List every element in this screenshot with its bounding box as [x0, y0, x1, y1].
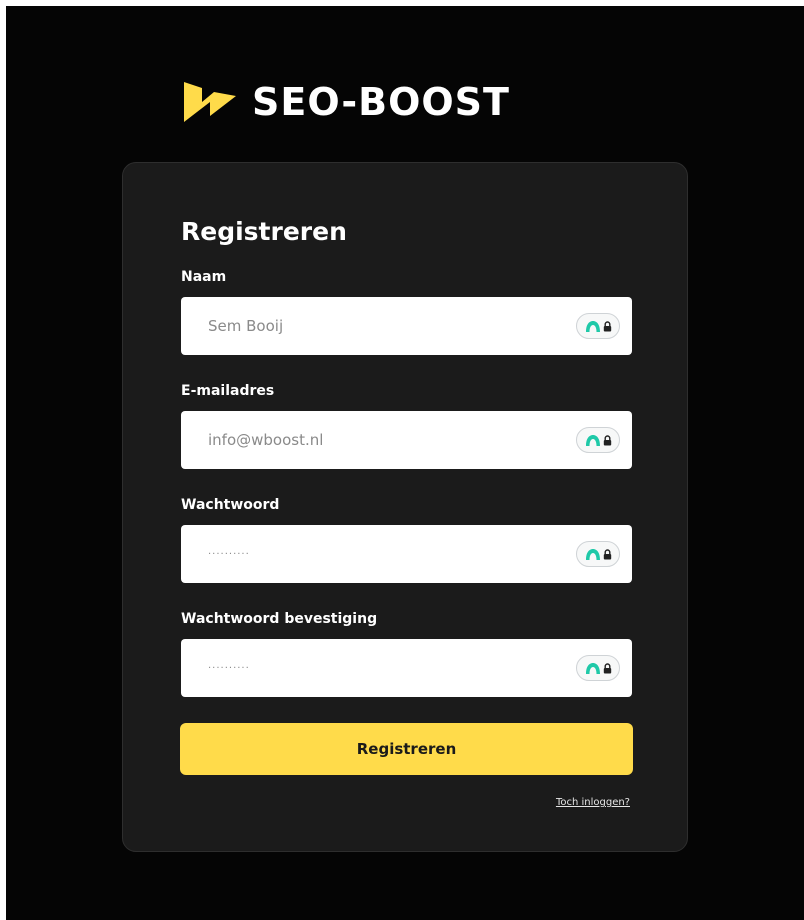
password-manager-arch-icon	[585, 663, 600, 674]
password-confirm-input[interactable]	[181, 639, 561, 697]
register-card: Registreren Naam E-mailadres Wachtwoord	[122, 162, 688, 852]
register-button[interactable]: Registreren	[180, 723, 633, 775]
name-input[interactable]	[181, 297, 561, 355]
brand-name: SEO-BOOST	[252, 80, 510, 124]
password-confirm-field	[181, 639, 632, 697]
password-manager-lock-icon[interactable]	[576, 655, 620, 681]
password-confirm-label: Wachtwoord bevestiging	[181, 611, 378, 627]
lock-icon	[603, 320, 611, 331]
password-manager-arch-icon	[585, 549, 600, 560]
lightning-bolt-icon	[184, 82, 236, 122]
password-field	[181, 525, 632, 583]
password-manager-arch-icon	[585, 321, 600, 332]
lock-icon	[603, 548, 611, 559]
name-label: Naam	[181, 269, 227, 285]
email-label: E-mailadres	[181, 383, 275, 399]
password-label: Wachtwoord	[181, 497, 280, 513]
password-input[interactable]	[181, 525, 561, 583]
lock-icon	[603, 662, 611, 673]
email-input[interactable]	[181, 411, 561, 469]
password-manager-lock-icon[interactable]	[576, 541, 620, 567]
page-title: Registreren	[181, 217, 347, 246]
name-field	[181, 297, 632, 355]
lock-icon	[603, 434, 611, 445]
password-manager-arch-icon	[585, 435, 600, 446]
brand-logo[interactable]: SEO-BOOST	[180, 76, 510, 128]
email-field	[181, 411, 632, 469]
password-manager-lock-icon[interactable]	[576, 313, 620, 339]
password-manager-lock-icon[interactable]	[576, 427, 620, 453]
login-link[interactable]: Toch inloggen?	[556, 797, 630, 808]
page-viewport: SEO-BOOST Registreren Naam E-mailadres W…	[6, 6, 804, 920]
